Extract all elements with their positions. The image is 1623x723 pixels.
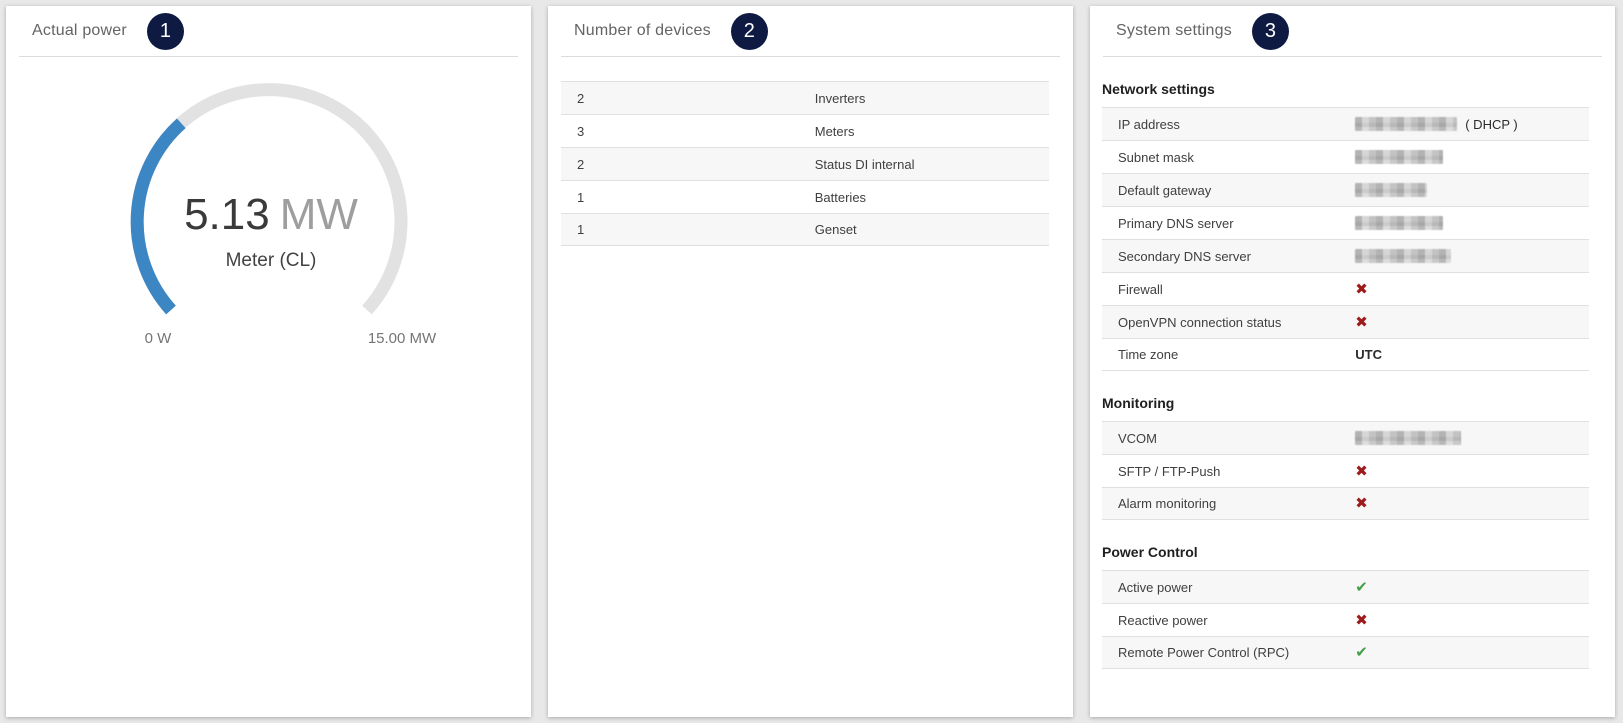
table-row: Default gateway: [1102, 173, 1589, 206]
section-heading-power-control: Power Control: [1102, 544, 1589, 560]
card-actual-power: Actual power 1 5.13MW Meter (CL) 0 W 15.…: [6, 6, 531, 717]
step-badge-2: 2: [731, 13, 768, 50]
setting-label: Alarm monitoring: [1102, 496, 1355, 511]
table-row: 3 Meters: [561, 114, 1049, 147]
setting-value: ( DHCP ): [1465, 117, 1517, 132]
table-row: 2 Status DI internal: [561, 147, 1049, 180]
redacted-value: [1355, 117, 1457, 131]
table-row: Active power ✔: [1102, 570, 1589, 603]
cross-icon: ✖: [1355, 613, 1368, 628]
gauge-svg: 5.13MW Meter (CL) 0 W 15.00 MW: [6, 57, 531, 357]
table-row: Subnet mask: [1102, 140, 1589, 173]
redacted-value: [1355, 150, 1443, 164]
gauge-value-arc: [137, 123, 181, 310]
step-badge-3: 3: [1252, 13, 1289, 50]
redacted-value: [1355, 183, 1427, 197]
table-row: Remote Power Control (RPC) ✔: [1102, 636, 1589, 669]
gauge-value-text: 5.13MW: [184, 190, 358, 239]
redacted-value: [1355, 216, 1443, 230]
settings-title: System settings: [1116, 22, 1232, 40]
setting-value: UTC: [1355, 347, 1589, 362]
setting-label: Secondary DNS server: [1102, 249, 1355, 264]
table-row: SFTP / FTP-Push ✖: [1102, 454, 1589, 487]
setting-label: VCOM: [1102, 431, 1355, 446]
cross-icon: ✖: [1355, 315, 1368, 330]
table-row: 2 Inverters: [561, 81, 1049, 114]
setting-label: Firewall: [1102, 282, 1355, 297]
device-type-label: Batteries: [815, 190, 1049, 205]
setting-label: Default gateway: [1102, 183, 1355, 198]
setting-label: SFTP / FTP-Push: [1102, 464, 1355, 479]
device-count: 1: [561, 222, 815, 237]
setting-label: IP address: [1102, 117, 1355, 132]
table-row: Secondary DNS server: [1102, 239, 1589, 272]
gauge-source-label: Meter (CL): [226, 250, 317, 271]
setting-label: OpenVPN connection status: [1102, 315, 1355, 330]
setting-label: Primary DNS server: [1102, 216, 1355, 231]
check-icon: ✔: [1355, 580, 1368, 595]
table-row: OpenVPN connection status ✖: [1102, 305, 1589, 338]
table-row: 1 Batteries: [561, 180, 1049, 213]
gauge-min-label: 0 W: [145, 330, 173, 347]
devices-title: Number of devices: [574, 22, 711, 40]
page-title: Actual power: [32, 22, 127, 40]
device-type-label: Inverters: [815, 91, 1049, 106]
table-row: Time zone UTC: [1102, 338, 1589, 371]
device-count: 1: [561, 190, 815, 205]
device-type-label: Status DI internal: [815, 157, 1049, 172]
table-row: Primary DNS server: [1102, 206, 1589, 239]
card-number-of-devices: Number of devices 2 2 Inverters 3 Meters…: [548, 6, 1073, 717]
monitoring-table: VCOM SFTP / FTP-Push ✖ Alarm monitoring …: [1102, 421, 1589, 520]
table-row: 1 Genset: [561, 213, 1049, 246]
setting-label: Time zone: [1102, 347, 1355, 362]
card-settings-header: System settings 3: [1090, 6, 1615, 56]
power-control-table: Active power ✔ Reactive power ✖ Remote P…: [1102, 570, 1589, 669]
gauge-max-label: 15.00 MW: [368, 330, 437, 347]
setting-label: Remote Power Control (RPC): [1102, 645, 1355, 660]
section-heading-network: Network settings: [1102, 81, 1589, 97]
header-divider: [1103, 56, 1602, 57]
device-type-label: Genset: [815, 222, 1049, 237]
table-row: VCOM: [1102, 421, 1589, 454]
table-row: Alarm monitoring ✖: [1102, 487, 1589, 520]
table-row: IP address ( DHCP ): [1102, 107, 1589, 140]
step-badge-1: 1: [147, 13, 184, 50]
devices-table: 2 Inverters 3 Meters 2 Status DI interna…: [561, 81, 1049, 246]
redacted-value: [1355, 431, 1461, 445]
header-divider: [561, 56, 1060, 57]
setting-label: Reactive power: [1102, 613, 1355, 628]
network-settings-table: IP address ( DHCP ) Subnet mask Default …: [1102, 107, 1589, 371]
device-count: 2: [561, 91, 815, 106]
redacted-value: [1355, 249, 1451, 263]
table-row: Firewall ✖: [1102, 272, 1589, 305]
cross-icon: ✖: [1355, 282, 1368, 297]
actual-power-gauge: 5.13MW Meter (CL) 0 W 15.00 MW: [6, 57, 531, 357]
device-count: 2: [561, 157, 815, 172]
card-devices-header: Number of devices 2: [548, 6, 1073, 56]
gauge-unit: MW: [280, 190, 359, 239]
cross-icon: ✖: [1355, 464, 1368, 479]
cross-icon: ✖: [1355, 496, 1368, 511]
setting-label: Subnet mask: [1102, 150, 1355, 165]
dashboard: Actual power 1 5.13MW Meter (CL) 0 W 15.…: [0, 0, 1623, 723]
card-system-settings: System settings 3 Network settings IP ad…: [1090, 6, 1615, 717]
device-type-label: Meters: [815, 124, 1049, 139]
setting-label: Active power: [1102, 580, 1355, 595]
section-heading-monitoring: Monitoring: [1102, 395, 1589, 411]
check-icon: ✔: [1355, 645, 1368, 660]
device-count: 3: [561, 124, 815, 139]
gauge-value: 5.13: [184, 190, 270, 239]
card-actual-power-header: Actual power 1: [6, 6, 531, 56]
table-row: Reactive power ✖: [1102, 603, 1589, 636]
